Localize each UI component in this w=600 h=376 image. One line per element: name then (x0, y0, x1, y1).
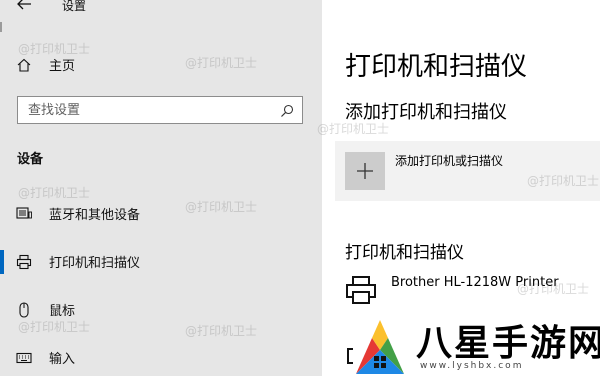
sidebar-item-label: 鼠标 (49, 304, 76, 319)
sidebar-item-bluetooth[interactable]: 蓝牙和其他设备 (0, 197, 322, 231)
title-bar: 设置 (0, 0, 322, 14)
app-title: 设置 (62, 0, 87, 13)
sidebar-item-home[interactable]: 主页 (0, 49, 322, 79)
site-logo: 八星手游网 www.lyshbx.com (350, 312, 600, 376)
search-input[interactable] (28, 101, 258, 119)
selection-indicator (0, 250, 4, 274)
divider (0, 22, 2, 32)
logo-url: www.lyshbx.com (420, 361, 524, 371)
keyboard-icon (16, 350, 32, 366)
printer-name: Brother HL-1218W Printer (391, 275, 559, 290)
sidebar-item-label: 蓝牙和其他设备 (49, 208, 141, 223)
printer-icon (345, 274, 377, 306)
logo-mark-icon (350, 316, 410, 376)
page-title: 打印机和扫描仪 (345, 52, 528, 82)
sidebar-item-label: 输入 (49, 352, 76, 367)
add-section-heading: 添加打印机和扫描仪 (345, 102, 507, 123)
search-box[interactable] (17, 96, 303, 124)
mouse-icon (16, 302, 32, 318)
add-printer-button[interactable]: 添加打印机或扫描仪 (335, 141, 600, 201)
add-printer-label: 添加打印机或扫描仪 (395, 154, 504, 168)
sidebar-item-mouse[interactable]: 鼠标 (0, 293, 322, 327)
sidebar: 设置 主页 设备 蓝牙和其他设备 打印机和扫描仪 鼠标 (0, 0, 322, 376)
home-label: 主页 (49, 59, 76, 74)
section-label: 设备 (17, 152, 44, 167)
sidebar-item-label: 打印机和扫描仪 (49, 256, 141, 271)
sidebar-item-printers[interactable]: 打印机和扫描仪 (0, 245, 322, 279)
logo-text: 八星手游网 (416, 323, 600, 364)
printer-icon (16, 254, 32, 270)
printer-item[interactable]: Brother HL-1218W Printer (335, 268, 600, 312)
search-icon[interactable] (280, 103, 294, 117)
back-arrow-icon[interactable] (15, 0, 33, 12)
sidebar-item-input[interactable]: 输入 (0, 341, 322, 375)
keyboard-device-icon (16, 206, 32, 222)
printers-list-heading: 打印机和扫描仪 (345, 243, 464, 263)
home-icon (17, 57, 31, 72)
plus-icon (345, 152, 385, 190)
